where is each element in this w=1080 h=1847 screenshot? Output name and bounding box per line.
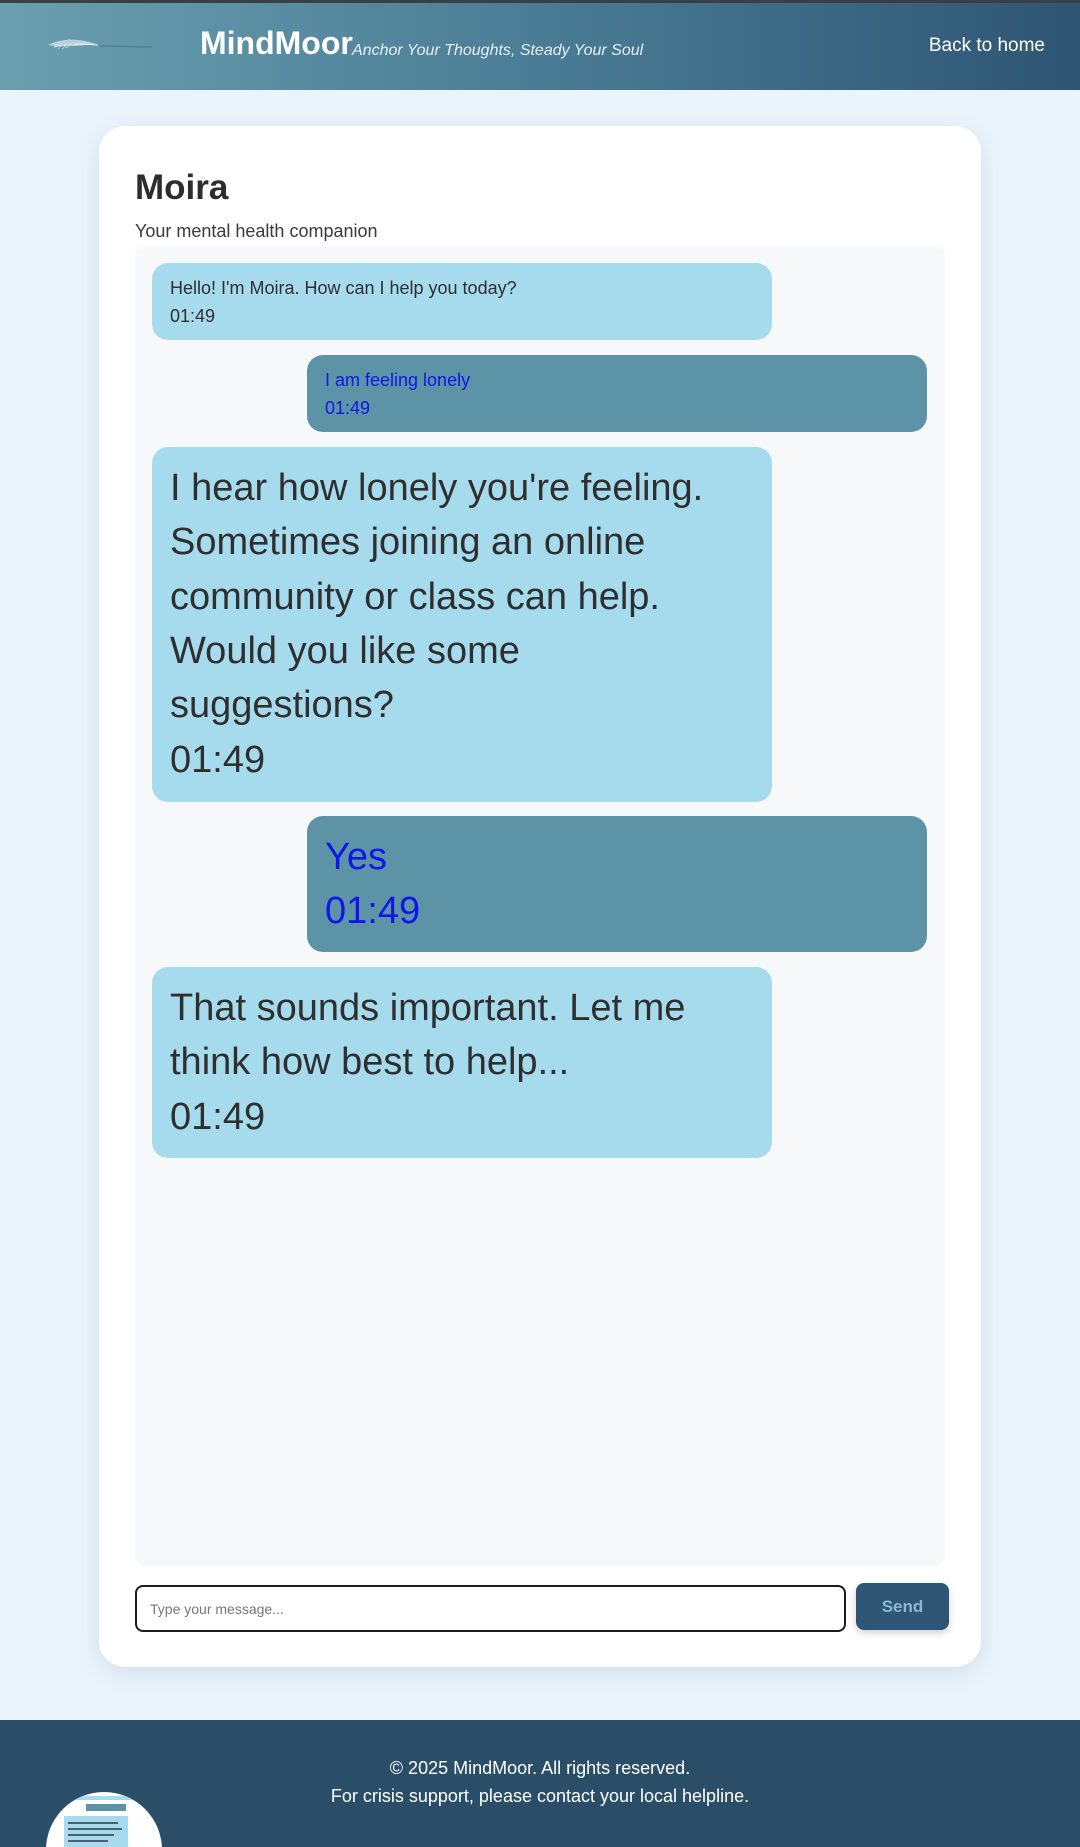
chat-card: Moira Your mental health companion Hello… — [99, 126, 981, 1667]
brand-tagline: Anchor Your Thoughts, Steady Your Soul — [352, 42, 644, 59]
bot-message: I hear how lonely you're feeling. Someti… — [152, 447, 772, 802]
site-footer: © 2025 MindMoor. All rights reserved. Fo… — [0, 1720, 1080, 1847]
message-text: That sounds important. Let me think how … — [170, 987, 686, 1084]
site-header: MindMoor Anchor Your Thoughts, Steady Yo… — [0, 3, 1080, 90]
page-title: Moira — [135, 168, 229, 207]
message-input[interactable] — [135, 1585, 846, 1632]
message-time: 01:49 — [170, 1095, 266, 1138]
feather-logo-icon[interactable] — [44, 33, 156, 55]
send-button[interactable]: Send — [856, 1583, 949, 1630]
bot-message: That sounds important. Let me think how … — [152, 967, 772, 1158]
message-composer: Send — [135, 1583, 949, 1632]
message-text: Hello! I'm Moira. How can I help you tod… — [170, 278, 517, 298]
message-text: I hear how lonely you're feeling. Someti… — [170, 467, 704, 727]
chat-messages[interactable]: Hello! I'm Moira. How can I help you tod… — [135, 246, 945, 1566]
footer-copyright: © 2025 MindMoor. All rights reserved. — [389, 1758, 691, 1778]
user-message: Yes 01:49 — [307, 816, 927, 952]
back-to-home-link[interactable]: Back to home — [929, 35, 1045, 57]
message-time: 01:49 — [170, 305, 216, 326]
message-time: 01:49 — [325, 890, 421, 933]
bot-message: Hello! I'm Moira. How can I help you tod… — [152, 263, 772, 340]
brand-name: MindMoor — [200, 25, 353, 61]
user-message: I am feeling lonely 01:49 — [307, 355, 927, 432]
message-time: 01:49 — [325, 397, 371, 418]
footer-crisis-note: For crisis support, please contact your … — [330, 1786, 750, 1806]
message-text: I am feeling lonely — [325, 370, 471, 390]
message-text: Yes — [325, 836, 387, 878]
message-time: 01:49 — [170, 738, 266, 781]
page-subtitle: Your mental health companion — [135, 221, 378, 241]
